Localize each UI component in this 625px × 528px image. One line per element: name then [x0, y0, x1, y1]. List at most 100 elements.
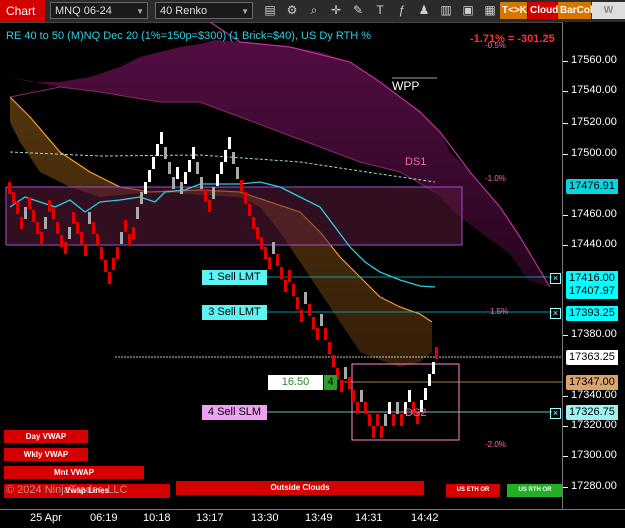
renko-brick: [136, 207, 139, 219]
price-tick: 17520.00: [563, 116, 617, 128]
price-marker: 17347.00: [566, 375, 618, 390]
outside-clouds-button[interactable]: Outside Clouds: [176, 481, 424, 495]
price-marker: 17363.25: [566, 350, 618, 365]
renko-brick: [252, 217, 255, 229]
vwav-tag[interactable]: W VWAV: [592, 2, 625, 33]
pct-label: -1.0%: [485, 174, 506, 183]
renko-brick: [212, 187, 215, 199]
renko-brick: [308, 304, 311, 316]
renko-brick: [296, 297, 299, 309]
renko-brick: [400, 414, 403, 426]
renko-brick: [112, 258, 115, 270]
drawing-tools-icon[interactable]: ✎: [350, 2, 366, 19]
ds2-label: DS2: [405, 407, 427, 419]
renko-brick: [240, 180, 243, 192]
price-tick: 17320.00: [563, 419, 617, 431]
price-marker: 17476.91: [566, 179, 618, 194]
price-marker: 17407.97: [566, 284, 618, 299]
price-marker: 17326.75: [566, 405, 618, 420]
sell-limit-order-3[interactable]: 3 Sell LMT: [202, 305, 267, 320]
price-tick: 17560.00: [563, 54, 617, 66]
pnl-text: -1.71% = -301.25: [470, 33, 555, 45]
renko-brick: [44, 217, 47, 229]
indicators-icon[interactable]: ƒ: [394, 2, 410, 19]
renko-brick: [384, 414, 387, 426]
day-vwap-button[interactable]: Day VWAP: [4, 430, 88, 443]
renko-brick: [268, 257, 271, 269]
renko-brick: [116, 247, 119, 259]
time-tick: 10:18: [143, 512, 171, 524]
chart-header-text: RE 40 to 50 (M)NQ Dec 20 (1%=150p=$300) …: [6, 30, 372, 42]
time-tick: 25 Apr: [30, 512, 62, 524]
price-tick: 17300.00: [563, 449, 617, 461]
renko-brick: [100, 247, 103, 259]
renko-brick: [312, 317, 315, 329]
close-order-icon[interactable]: ×: [550, 408, 561, 419]
renko-brick: [276, 254, 279, 266]
settings-icon[interactable]: ⚙: [284, 2, 300, 19]
price-marker: 17393.25: [566, 306, 618, 321]
watermark-text: © 2024 NinjaTrader, LLC: [6, 484, 128, 496]
renko-brick: [248, 204, 251, 216]
renko-brick: [204, 190, 207, 202]
renko-brick: [164, 147, 167, 159]
renko-brick: [364, 402, 367, 414]
crosshair-icon[interactable]: ✛: [328, 2, 344, 19]
position-qty[interactable]: 4: [324, 375, 337, 390]
renko-brick: [304, 292, 307, 304]
price-axis[interactable]: 17560.00 17540.00 17520.00 17500.00 1746…: [562, 22, 625, 509]
renko-brick: [244, 192, 247, 204]
weekly-vwap-button[interactable]: Wkly VWAP: [4, 448, 88, 461]
monthly-vwap-button[interactable]: Mnt VWAP: [4, 466, 144, 479]
price-tick: 17440.00: [563, 238, 617, 250]
template-icon[interactable]: ▥: [438, 2, 454, 19]
instrument-selector[interactable]: MNQ 06-24 ▼: [50, 2, 148, 19]
sell-limit-order-1[interactable]: 1 Sell LMT: [202, 270, 267, 285]
price-tick: 17460.00: [563, 208, 617, 220]
renko-brick: [284, 280, 287, 292]
cloud-tag[interactable]: Cloud: [528, 2, 558, 19]
renko-brick: [152, 157, 155, 169]
renko-brick: [360, 390, 363, 402]
sell-stop-order-4[interactable]: 4 Sell SLM: [202, 405, 267, 420]
close-order-icon[interactable]: ×: [550, 273, 561, 284]
pct-label: -0.5%: [485, 41, 506, 50]
close-order-icon[interactable]: ×: [550, 308, 561, 319]
renko-brick: [388, 402, 391, 414]
zoom-icon[interactable]: ⌕: [306, 2, 322, 19]
renko-brick: [108, 272, 111, 284]
renko-brick: [348, 377, 351, 389]
chart-toolbar: Chart MNQ 06-24 ▼ 40 Renko ▼ ▤ ⚙ ⌕ ✛ ✎ T ƒ…: [0, 0, 625, 33]
renko-brick: [396, 402, 399, 414]
bar-chart-icon[interactable]: ▤: [262, 2, 278, 19]
renko-brick: [435, 347, 438, 359]
camera-icon[interactable]: ▣: [460, 2, 476, 19]
order-ticket-icon[interactable]: ▦: [482, 2, 498, 19]
renko-brick: [216, 174, 219, 186]
us-rth-or-button[interactable]: US RTH OR: [507, 484, 563, 497]
price-tick: 17380.00: [563, 328, 617, 340]
renko-brick: [148, 170, 151, 182]
renko-brick: [40, 232, 43, 244]
chart-label: Chart: [0, 0, 45, 22]
time-tick: 13:49: [305, 512, 333, 524]
renko-brick: [372, 426, 375, 438]
renko-brick: [28, 197, 31, 209]
text-icon[interactable]: T: [372, 2, 388, 19]
time-tick: 14:31: [355, 512, 383, 524]
renko-brick: [16, 202, 19, 214]
renko-brick: [280, 267, 283, 279]
chevron-down-icon: ▼: [241, 7, 249, 16]
us-eth-or-button[interactable]: US ETH OR: [446, 484, 500, 497]
time-axis[interactable]: 25 Apr 06:19 10:18 13:17 13:30 13:49 14:…: [0, 509, 625, 528]
tk-tag[interactable]: T<>K: [500, 2, 527, 19]
barcol-tag[interactable]: BarCol: [558, 2, 593, 19]
renko-brick: [328, 342, 331, 354]
renko-brick: [32, 210, 35, 222]
renko-brick: [36, 222, 39, 234]
position-price[interactable]: 16.50: [268, 375, 323, 390]
strategy-icon[interactable]: ♟: [416, 2, 432, 19]
bar-type-selector[interactable]: 40 Renko ▼: [155, 2, 253, 19]
renko-brick: [228, 137, 231, 149]
renko-brick: [232, 152, 235, 164]
